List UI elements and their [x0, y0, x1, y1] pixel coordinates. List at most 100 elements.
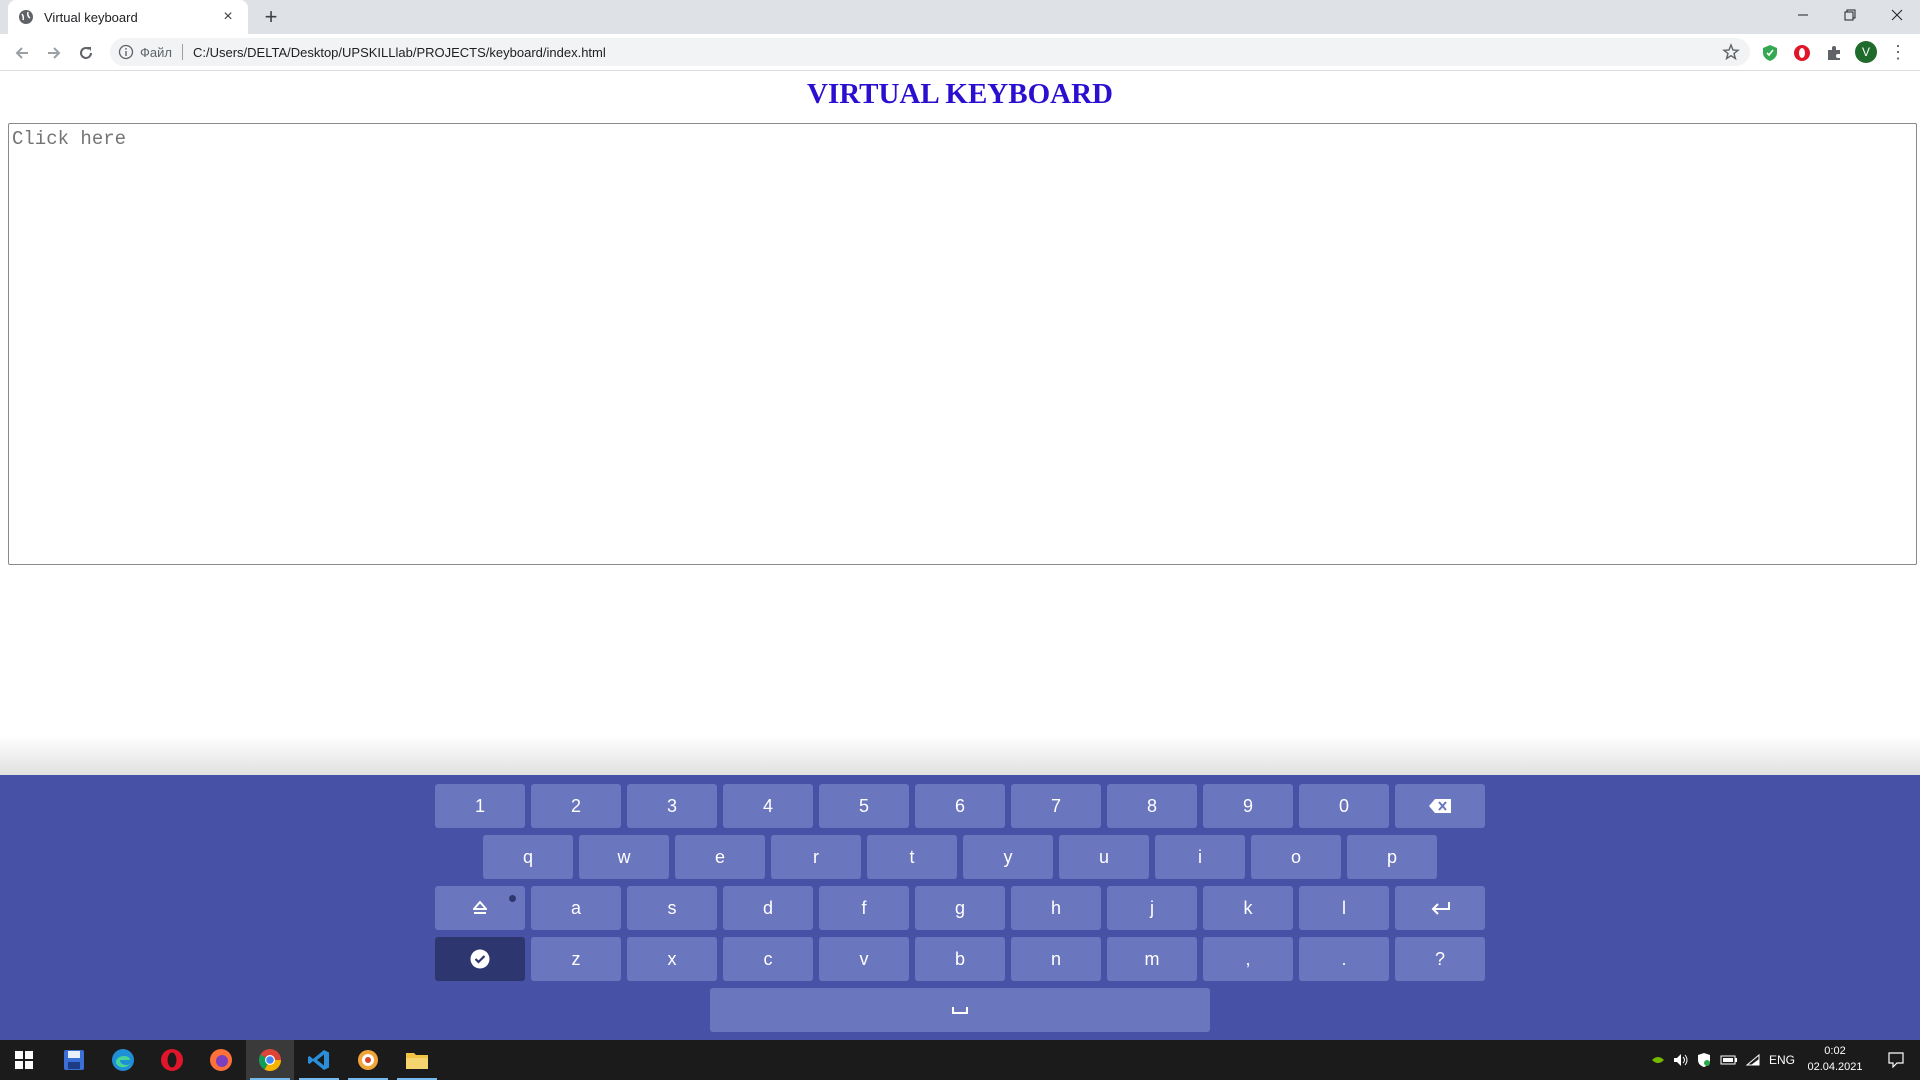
- virtual-keyboard: 1234567890 qwertyuiop asdfghjkl zxcvbnm,…: [0, 775, 1920, 1040]
- key-6[interactable]: 6: [915, 784, 1005, 828]
- key-q[interactable]: q: [483, 835, 573, 879]
- back-button[interactable]: [8, 39, 36, 67]
- key-j[interactable]: j: [1107, 886, 1197, 930]
- key-n[interactable]: n: [1011, 937, 1101, 981]
- key-h[interactable]: h: [1011, 886, 1101, 930]
- minimize-icon: [1798, 14, 1808, 16]
- key-4[interactable]: 4: [723, 784, 813, 828]
- battery-icon[interactable]: [1718, 1040, 1740, 1080]
- key-t[interactable]: t: [867, 835, 957, 879]
- taskbar-firefox[interactable]: [197, 1040, 245, 1080]
- language-label: ENG: [1768, 1053, 1795, 1067]
- key-9[interactable]: 9: [1203, 784, 1293, 828]
- url-text[interactable]: C:/Users/DELTA/Desktop/UPSKILLlab/PROJEC…: [193, 45, 606, 60]
- key-z[interactable]: z: [531, 937, 621, 981]
- taskbar-opera[interactable]: [148, 1040, 196, 1080]
- folder-icon: [406, 1053, 428, 1069]
- key-comma[interactable]: ,: [1203, 937, 1293, 981]
- key-g[interactable]: g: [915, 886, 1005, 930]
- taskbar-edge[interactable]: [99, 1040, 147, 1080]
- arrow-left-icon: [15, 47, 28, 59]
- key-3[interactable]: 3: [627, 784, 717, 828]
- key-p[interactable]: p: [1347, 835, 1437, 879]
- key-o[interactable]: o: [1251, 835, 1341, 879]
- close-window-button[interactable]: [1874, 0, 1920, 30]
- key-m[interactable]: m: [1107, 937, 1197, 981]
- profile-avatar[interactable]: V: [1855, 41, 1877, 63]
- shift-icon: [473, 901, 487, 915]
- wifi-icon[interactable]: [1743, 1040, 1763, 1080]
- notifications-button[interactable]: [1876, 1040, 1916, 1080]
- info-icon[interactable]: [118, 44, 134, 60]
- taskbar-file-explorer[interactable]: [393, 1040, 441, 1080]
- backspace-key[interactable]: [1395, 784, 1485, 828]
- clock-date: 02.04.2021: [1807, 1061, 1863, 1073]
- taskbar-vscode[interactable]: [295, 1040, 343, 1080]
- edge-browser-icon: [112, 1049, 134, 1071]
- key-a[interactable]: a: [531, 886, 621, 930]
- volume-icon[interactable]: [1671, 1040, 1691, 1080]
- taskbar-save-app[interactable]: [50, 1040, 98, 1080]
- keyboard-row-digits: 1234567890: [0, 784, 1920, 828]
- key-1[interactable]: 1: [435, 784, 525, 828]
- key-v[interactable]: v: [819, 937, 909, 981]
- key-e[interactable]: e: [675, 835, 765, 879]
- taskbar-settings-app[interactable]: [344, 1040, 392, 1080]
- space-key[interactable]: [710, 988, 1210, 1032]
- windows-logo-icon: [15, 1051, 33, 1069]
- key-2[interactable]: 2: [531, 784, 621, 828]
- clock[interactable]: 0:02 02.04.2021: [1800, 1043, 1870, 1075]
- enter-icon: [1430, 901, 1450, 915]
- key-r[interactable]: r: [771, 835, 861, 879]
- text-input-area[interactable]: [8, 123, 1917, 565]
- done-key[interactable]: [435, 937, 525, 981]
- key-i[interactable]: i: [1155, 835, 1245, 879]
- key-5[interactable]: 5: [819, 784, 909, 828]
- key-l[interactable]: l: [1299, 886, 1389, 930]
- bookmark-star-icon[interactable]: [1722, 43, 1740, 61]
- reload-button[interactable]: [72, 39, 100, 67]
- check-circle-icon: [470, 949, 490, 969]
- taskbar-chrome[interactable]: [246, 1040, 294, 1080]
- new-tab-button[interactable]: +: [258, 4, 284, 30]
- key-s[interactable]: s: [627, 886, 717, 930]
- firefox-browser-icon: [210, 1049, 232, 1071]
- nvidia-tray-icon[interactable]: [1648, 1040, 1668, 1080]
- close-icon: [1891, 9, 1903, 21]
- restore-button[interactable]: [1827, 0, 1873, 30]
- minimize-button[interactable]: [1780, 0, 1826, 30]
- key-d[interactable]: d: [723, 886, 813, 930]
- browser-toolbar: Файл C:/Users/DELTA/Desktop/UPSKILLlab/P…: [0, 34, 1920, 71]
- start-button[interactable]: [0, 1040, 48, 1080]
- shift-key[interactable]: [435, 886, 525, 930]
- opera-extension-icon[interactable]: [1792, 43, 1812, 63]
- key-k[interactable]: k: [1203, 886, 1293, 930]
- address-bar[interactable]: Файл C:/Users/DELTA/Desktop/UPSKILLlab/P…: [110, 38, 1750, 66]
- key-question[interactable]: ?: [1395, 937, 1485, 981]
- forward-button[interactable]: [40, 39, 68, 67]
- security-shield-icon[interactable]: [1694, 1040, 1714, 1080]
- shield-extension-icon[interactable]: [1760, 43, 1780, 63]
- language-indicator[interactable]: ENG: [1766, 1040, 1798, 1080]
- url-separator: [181, 44, 183, 60]
- key-8[interactable]: 8: [1107, 784, 1197, 828]
- key-x[interactable]: x: [627, 937, 717, 981]
- key-b[interactable]: b: [915, 937, 1005, 981]
- enter-key[interactable]: [1395, 886, 1485, 930]
- tab-virtual-keyboard[interactable]: Virtual keyboard ×: [8, 0, 248, 34]
- keyboard-row-space: [0, 988, 1920, 1032]
- key-y[interactable]: y: [963, 835, 1053, 879]
- keyboard-row-middle-letters: asdfghjkl: [0, 886, 1920, 930]
- keyboard-row-bottom-letters: z x c v b n m,.?: [0, 937, 1920, 981]
- arrow-right-icon: [48, 47, 61, 59]
- key-c[interactable]: c: [723, 937, 813, 981]
- key-f[interactable]: f: [819, 886, 909, 930]
- puzzle-extensions-icon[interactable]: [1824, 43, 1844, 63]
- key-w[interactable]: w: [579, 835, 669, 879]
- browser-menu-button[interactable]: ⋮: [1888, 42, 1908, 62]
- key-0[interactable]: 0: [1299, 784, 1389, 828]
- key-u[interactable]: u: [1059, 835, 1149, 879]
- key-period[interactable]: .: [1299, 937, 1389, 981]
- tab-close-button[interactable]: ×: [218, 8, 238, 26]
- key-7[interactable]: 7: [1011, 784, 1101, 828]
